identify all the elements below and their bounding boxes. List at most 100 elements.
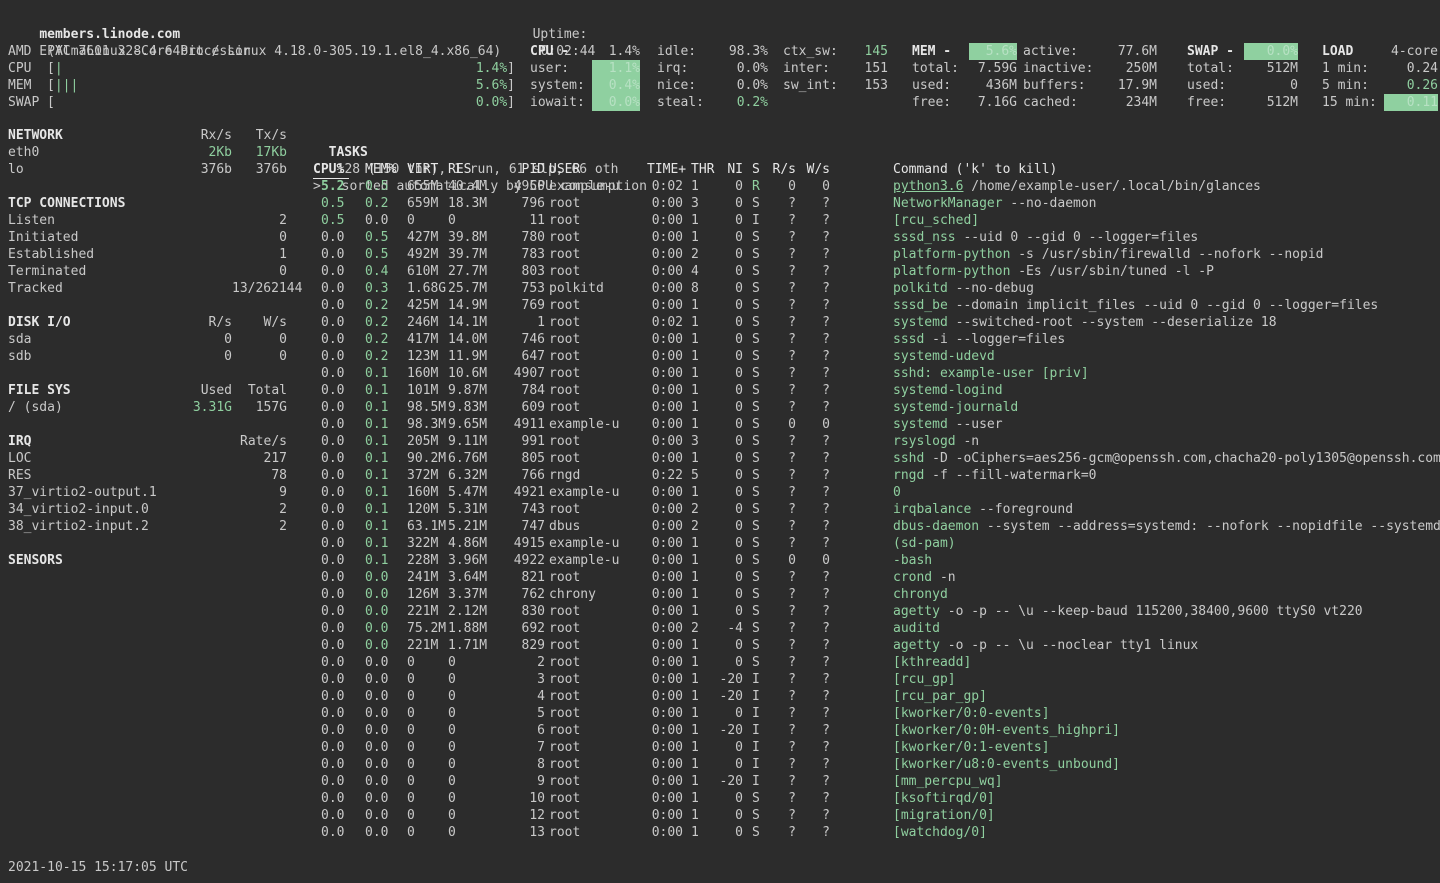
cpu-value: 0.0	[321, 314, 344, 331]
io-read: ?	[768, 756, 796, 773]
cpu-value: 0.0	[321, 382, 344, 399]
user: root	[549, 705, 647, 722]
summary-row: total:7.59G	[912, 60, 1017, 77]
item-name: RES	[8, 467, 176, 484]
process-row: 0.00.075.2M1.88M692root0:002-4S??auditd	[313, 620, 1440, 637]
res: 0	[448, 212, 496, 229]
virt: 425M	[407, 297, 448, 314]
sidebar-section-disk-i-o: DISK I/OR/sW/ssda00sdb00	[8, 314, 287, 365]
io-write: ?	[796, 195, 830, 212]
nice: 0	[715, 314, 743, 331]
io-write: ?	[796, 229, 830, 246]
process-row: 0.00.0126M3.37M762chrony0:0010S??chronyd	[313, 586, 1440, 603]
res: 2.12M	[448, 603, 496, 620]
virt: 0	[407, 773, 448, 790]
command-name: [rcu_par_gp]	[893, 688, 987, 705]
nice: -20	[715, 671, 743, 688]
command-name: rsyslogd	[893, 433, 956, 450]
time-plus: 0:00	[647, 484, 683, 501]
command-name: irqbalance	[893, 501, 971, 518]
io-write: ?	[796, 722, 830, 739]
summary-value: 7.59G	[969, 60, 1017, 77]
pid: 769	[496, 297, 545, 314]
status: S	[752, 229, 768, 246]
threads: 1	[691, 416, 715, 433]
summary-label: sw_int:	[783, 77, 847, 94]
time-plus: 0:00	[647, 824, 683, 841]
cpu-value: 0.0	[321, 433, 344, 450]
cpu-percent: 0.0	[313, 246, 357, 263]
cpu-value: 0.0	[321, 450, 344, 467]
pid: 7	[496, 739, 545, 756]
summary-row: cached:234M	[1023, 94, 1157, 111]
command-name: [kworker/0:1-events]	[893, 739, 1050, 756]
tasks-summary: TASKS 128 (150 thr), 1 run, 61 slp, 66 o…	[313, 127, 647, 144]
io-write: ?	[796, 382, 830, 399]
command-args: -o -p -- \u --keep-baud 115200,38400,960…	[940, 603, 1363, 620]
io-write: ?	[796, 365, 830, 382]
time-plus: 0:00	[647, 195, 683, 212]
user: root	[549, 365, 647, 382]
nice: 0	[715, 501, 743, 518]
sidebar-row: LOC217	[8, 450, 287, 467]
io-read: ?	[768, 484, 796, 501]
command-name: chronyd	[893, 586, 948, 603]
time-plus: 0:00	[647, 654, 683, 671]
nice: 0	[715, 178, 743, 195]
command-name: [rcu_sched]	[893, 212, 979, 229]
command-cell: chronyd	[893, 586, 1440, 603]
sidebar-row: Listen2	[8, 212, 287, 229]
command-cell: systemd-logind	[893, 382, 1440, 399]
threads: 1	[691, 756, 715, 773]
user: root	[549, 688, 647, 705]
time-plus: 0:00	[647, 518, 683, 535]
pid: 8	[496, 756, 545, 773]
time-plus: 0:00	[647, 501, 683, 518]
status: S	[752, 263, 768, 280]
command-args: -f --fill-watermark=0	[924, 467, 1096, 484]
time-plus: 0:00	[647, 807, 683, 824]
process-row: 0.00.1120M5.31M743root0:0020S??irqbalanc…	[313, 501, 1440, 518]
sidebar-section-irq: IRQRate/sLOC217RES7837_virtio2-output.19…	[8, 433, 287, 535]
cpu-percent: 0.5	[313, 212, 357, 229]
virt: 90.2M	[407, 450, 448, 467]
io-read: ?	[768, 586, 796, 603]
threads: 2	[691, 246, 715, 263]
command-cell: auditd	[893, 620, 1440, 637]
res: 39.8M	[448, 229, 496, 246]
header-cpu-percent: CPU%	[313, 161, 357, 178]
io-read: ?	[768, 297, 796, 314]
sidebar-header-row: NETWORKRx/sTx/s	[8, 127, 287, 144]
virt: 322M	[407, 535, 448, 552]
summary-value: 5.6%	[969, 43, 1017, 60]
nice: 0	[715, 484, 743, 501]
mem-percent: 0.1	[365, 535, 405, 552]
res: 3.37M	[448, 586, 496, 603]
cpu-value: 0.0	[321, 773, 344, 790]
virt: 63.1M	[407, 518, 448, 535]
command-cell: agetty -o -p -- \u --keep-baud 115200,38…	[893, 603, 1440, 620]
section-title: DISK I/O	[8, 314, 176, 331]
threads: 1	[691, 722, 715, 739]
virt: 101M	[407, 382, 448, 399]
item-name: Terminated	[8, 263, 176, 280]
io-read: ?	[768, 688, 796, 705]
pid: 1	[496, 314, 545, 331]
io-write: ?	[796, 467, 830, 484]
mem-percent: 0.0	[365, 824, 405, 841]
pid: 991	[496, 433, 545, 450]
cpu-percent: 0.0	[313, 348, 357, 365]
summary-label: steal:	[657, 94, 715, 111]
summary-group: LOAD4-core1 min:0.245 min:0.2615 min:0.1…	[1322, 43, 1438, 111]
time-plus: 0:00	[647, 773, 683, 790]
command-name: [mm_percpu_wq]	[893, 773, 1003, 790]
io-write: ?	[796, 790, 830, 807]
res: 0	[448, 705, 496, 722]
pid: 4915	[496, 535, 545, 552]
io-read: ?	[768, 722, 796, 739]
header-user: USER	[549, 161, 647, 178]
nice: -20	[715, 688, 743, 705]
summary-value: 250M	[1103, 60, 1157, 77]
summary-row: free:7.16G	[912, 94, 1017, 111]
io-write: ?	[796, 671, 830, 688]
